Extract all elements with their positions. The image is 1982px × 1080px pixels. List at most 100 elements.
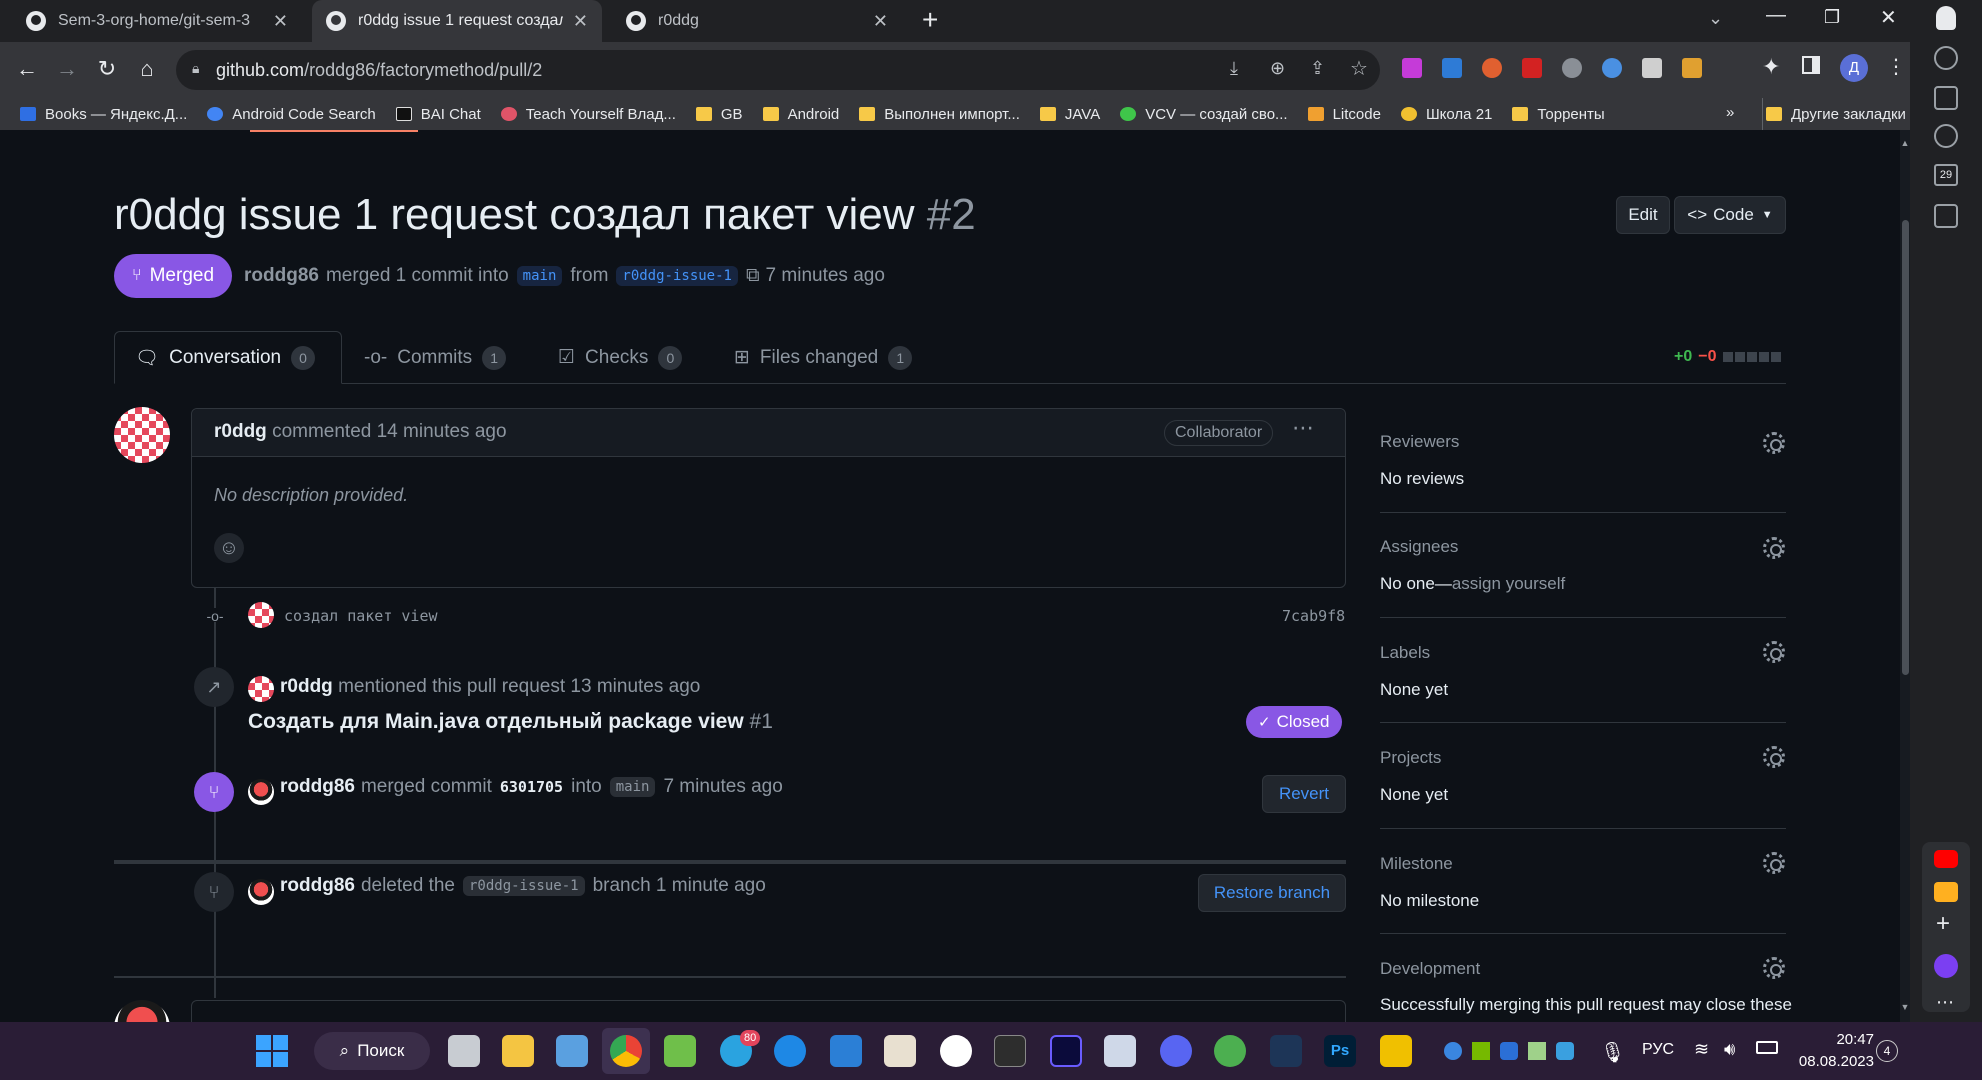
bookmark[interactable]: Android Code Search (207, 106, 376, 123)
youtube-icon[interactable] (1934, 850, 1958, 868)
nvidia-icon[interactable] (1472, 1042, 1490, 1060)
extension-icon[interactable] (1682, 58, 1702, 78)
assign-yourself-link[interactable]: assign yourself (1452, 574, 1565, 593)
avatar[interactable] (248, 676, 274, 702)
volume-icon[interactable]: 🔊︎ (1724, 1039, 1735, 1060)
sidebar-heading-reviewers[interactable]: Reviewers (1380, 432, 1459, 452)
bookmark[interactable]: VCV — создай сво... (1120, 106, 1288, 123)
close-icon[interactable]: ✕ (573, 11, 588, 32)
taskbar-search[interactable]: ⌕ Поиск (314, 1032, 430, 1070)
app-icon[interactable] (1214, 1035, 1246, 1067)
extension-icon[interactable] (1602, 58, 1622, 78)
app-icon[interactable] (664, 1035, 696, 1067)
start-icon[interactable] (256, 1035, 288, 1067)
restore-icon[interactable]: ❐ (1824, 7, 1840, 28)
comment-author[interactable]: r0ddg (214, 421, 267, 442)
browser-tab-1[interactable]: Sem-3-org-home/git-sem-3 ✕ (12, 0, 302, 42)
mail-icon[interactable] (1934, 882, 1958, 902)
bookmark[interactable]: Litcode (1307, 106, 1381, 123)
reload-icon[interactable]: ↻ (92, 54, 122, 84)
battery-icon[interactable] (1756, 1041, 1778, 1054)
bookmark-folder[interactable]: JAVA (1039, 106, 1100, 123)
avatar[interactable] (248, 879, 274, 905)
close-icon[interactable]: ✕ (273, 11, 288, 32)
other-bookmarks[interactable]: Другие закладки (1766, 98, 1906, 130)
bookmark-folder[interactable]: Android (762, 106, 839, 123)
tray-icon[interactable] (1528, 1042, 1546, 1060)
side-panel-icon[interactable] (1802, 56, 1820, 74)
notification-badge[interactable]: 4 (1876, 1040, 1898, 1062)
referenced-issue[interactable]: Создать для Main.java отдельный package … (248, 710, 773, 734)
menu-icon[interactable]: ⋮ (1886, 54, 1906, 79)
edit-button[interactable]: Edit (1616, 196, 1670, 234)
yandex-icon[interactable] (940, 1035, 972, 1067)
extension-icon[interactable] (1402, 58, 1422, 78)
pdf-extension-icon[interactable] (1522, 58, 1542, 78)
bookmark-folder[interactable]: GB (695, 106, 743, 123)
sidebar-heading-labels[interactable]: Labels (1380, 643, 1430, 663)
bookmarks-overflow-icon[interactable]: » (1726, 104, 1734, 121)
history-icon[interactable] (1934, 46, 1958, 70)
profile-avatar[interactable]: Д (1840, 54, 1868, 82)
puzzle-icon[interactable]: ✦ (1762, 54, 1780, 80)
intellij-icon[interactable] (1050, 1035, 1082, 1067)
photos-icon[interactable] (556, 1035, 588, 1067)
revert-button[interactable]: Revert (1262, 775, 1346, 813)
minimize-icon[interactable]: — (1766, 4, 1786, 27)
head-branch-pill[interactable]: r0ddg-issue-1 (616, 266, 738, 286)
browser-tab-3[interactable]: r0ddg ✕ (612, 0, 902, 42)
avatar[interactable] (114, 407, 170, 463)
zoom-icon[interactable]: ⊕ (1270, 58, 1285, 79)
play-icon[interactable] (1934, 124, 1958, 148)
app-icon[interactable] (774, 1035, 806, 1067)
bluetooth-icon[interactable] (1500, 1042, 1518, 1060)
gear-icon[interactable] (1763, 537, 1785, 559)
home-icon[interactable]: ⌂ (132, 54, 162, 84)
file-explorer-icon[interactable] (502, 1035, 534, 1067)
extension-icon[interactable] (1562, 58, 1582, 78)
collections-icon[interactable] (1934, 86, 1958, 110)
bookmark[interactable]: Школа 21 (1400, 106, 1492, 123)
browser-tab-2[interactable]: r0ddg issue 1 request создал пак ✕ (312, 0, 602, 42)
code-button[interactable]: <> Code ▼ (1674, 196, 1786, 234)
sidebar-heading-milestone[interactable]: Milestone (1380, 854, 1453, 874)
kebab-menu-icon[interactable]: ⋯ (1292, 415, 1314, 441)
star-icon[interactable]: ☆ (1350, 56, 1368, 81)
gear-icon[interactable] (1763, 432, 1785, 454)
wifi-icon[interactable]: ≋ (1694, 1039, 1709, 1060)
app-icon[interactable] (1380, 1035, 1412, 1067)
extension-icon[interactable] (1482, 58, 1502, 78)
chrome-icon[interactable] (610, 1035, 642, 1067)
bookmark-folder[interactable]: Торренты (1512, 106, 1605, 123)
commit-sha[interactable]: 7cab9f8 (1282, 607, 1345, 625)
avatar[interactable] (114, 1000, 170, 1022)
alice-icon[interactable] (1934, 954, 1958, 978)
gear-icon[interactable] (1763, 852, 1785, 874)
merge-author[interactable]: roddg86 (280, 776, 355, 798)
screenshot-icon[interactable] (1934, 204, 1958, 228)
base-branch-pill[interactable]: main (516, 266, 563, 286)
branch-pill[interactable]: main (609, 777, 656, 797)
scroll-down-icon[interactable]: ▼ (1900, 1002, 1910, 1012)
close-window-icon[interactable]: ✕ (1880, 5, 1897, 30)
bookmark[interactable]: Teach Yourself Влад... (500, 106, 676, 123)
commit-message[interactable]: создал пакет view (284, 607, 438, 625)
comment-time[interactable]: commented 14 minutes ago (272, 421, 506, 442)
mention-author[interactable]: r0ddg (280, 676, 333, 697)
extension-icon[interactable] (1642, 58, 1662, 78)
gear-icon[interactable] (1763, 746, 1785, 768)
more-icon[interactable]: ⋯ (1936, 992, 1954, 1013)
task-view-icon[interactable] (448, 1035, 480, 1067)
share-icon[interactable]: ⇪ (1310, 58, 1325, 79)
install-icon[interactable]: ⤓ (1230, 58, 1238, 79)
bookmark[interactable]: Books — Яндекс.Д... (20, 106, 187, 123)
back-icon[interactable]: ← (12, 54, 42, 84)
new-tab-icon[interactable]: + (922, 4, 938, 36)
pr-author-link[interactable]: roddg86 (244, 265, 319, 287)
user-icon[interactable] (1936, 6, 1956, 30)
scroll-up-icon[interactable]: ▲ (1900, 138, 1910, 148)
tab-commits[interactable]: -o- Commits 1 (364, 331, 507, 384)
bookmark-folder[interactable]: Выполнен импорт... (859, 106, 1020, 123)
discord-icon[interactable] (1160, 1035, 1192, 1067)
microphone-icon[interactable]: 🎙︎ (1600, 1040, 1625, 1065)
